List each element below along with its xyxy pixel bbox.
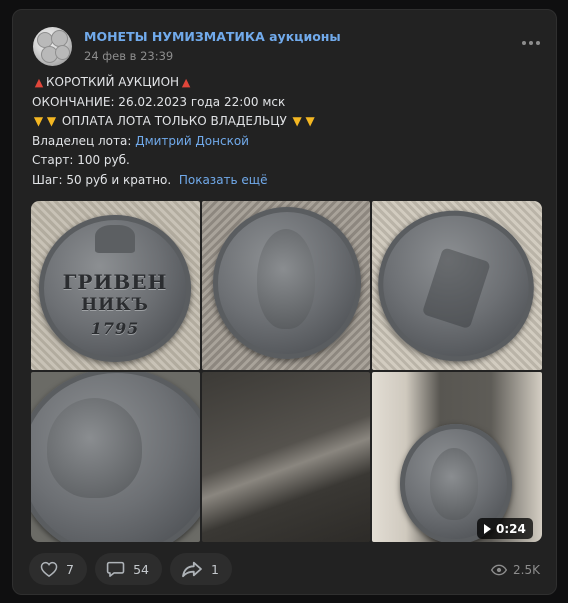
- text-line-1: ▲ КОРОТКИЙ АУКЦИОН ▲: [32, 73, 317, 93]
- show-more-link[interactable]: Показать ещё: [179, 173, 268, 187]
- text-line-step: Шаг: 50 руб и кратно. Показать ещё: [32, 171, 317, 191]
- photo-coin-closeup[interactable]: [31, 372, 200, 542]
- thumbs-down-icon: ▼: [292, 114, 302, 128]
- text-line-2: ОКОНЧАНИЕ: 26.02.2023 года 22:00 мск: [32, 94, 286, 109]
- coin-inscription: НИКЪ: [81, 295, 149, 315]
- inscription-shape: [421, 247, 491, 330]
- text-line-start: Старт: 100 руб.: [32, 153, 130, 167]
- post-text: ▲ КОРОТКИЙ АУКЦИОН ▲ ОКОНЧАНИЕ: 26.02.2023…: [32, 73, 317, 190]
- author-name[interactable]: МОНЕТЫ НУМИЗМАТИКА аукционы: [84, 29, 341, 44]
- photo-coin-edge[interactable]: [202, 372, 370, 542]
- owner-link[interactable]: Дмитрий Донской: [135, 134, 249, 148]
- video-coin[interactable]: [372, 372, 542, 542]
- comment-button[interactable]: 54: [95, 553, 162, 585]
- post-actions: 7 54 1: [29, 553, 232, 585]
- coin-image: [213, 207, 361, 359]
- portrait-shape: [47, 398, 142, 498]
- pushpin-icon: ▲: [181, 76, 191, 89]
- avatar[interactable]: [33, 27, 72, 66]
- portrait-shape: [257, 229, 315, 329]
- owner-label: Владелец лота:: [32, 133, 136, 148]
- payment-note: ОПЛАТА ЛОТА ТОЛЬКО ВЛАДЕЛЬЦУ: [61, 114, 287, 128]
- share-count: 1: [211, 561, 219, 577]
- comment-icon: [106, 561, 125, 577]
- coin-image: [372, 201, 542, 370]
- photo-coin-obverse[interactable]: [202, 201, 370, 370]
- auction-title: КОРОТКИЙ АУКЦИОН: [46, 75, 180, 89]
- share-icon: [182, 561, 202, 578]
- video-duration: 0:24: [496, 521, 526, 536]
- coin-year: 1795: [90, 319, 140, 338]
- portrait-shape: [430, 448, 478, 520]
- more-icon[interactable]: [522, 41, 540, 45]
- text-line-3: ▼ ▼ ОПЛАТА ЛОТА ТОЛЬКО ВЛАДЕЛЬЦУ ▼ ▼: [32, 112, 317, 132]
- coin-image: [31, 372, 200, 542]
- play-icon: [484, 523, 491, 534]
- heart-icon: [40, 561, 58, 578]
- views-counter: 2.5K: [491, 563, 540, 577]
- share-button[interactable]: 1: [170, 553, 232, 585]
- coin-inscription: ГРИВЕН: [62, 270, 168, 294]
- avatar-coin: [55, 45, 70, 60]
- crown-shape: [95, 225, 135, 253]
- thumbs-down-icon: ▼: [305, 114, 315, 128]
- pushpin-icon: ▲: [34, 76, 44, 89]
- photo-coin-reverse[interactable]: ГРИВЕН НИКЪ 1795: [31, 201, 200, 370]
- text-line-owner: Владелец лота: Дмитрий Донской: [32, 132, 317, 152]
- eye-icon: [491, 564, 508, 576]
- view-count: 2.5K: [513, 563, 540, 577]
- comment-count: 54: [133, 561, 149, 577]
- step-text: Шаг: 50 руб и кратно.: [32, 172, 172, 187]
- photo-grid: ГРИВЕН НИКЪ 1795 0:24: [31, 201, 542, 542]
- video-duration-badge[interactable]: 0:24: [477, 518, 533, 539]
- like-button[interactable]: 7: [29, 553, 87, 585]
- like-count: 7: [66, 561, 74, 577]
- photo-coin-reverse-rotated[interactable]: [372, 201, 542, 370]
- coin-image: ГРИВЕН НИКЪ 1795: [39, 215, 191, 362]
- thumbs-down-icon: ▼: [46, 114, 57, 128]
- post-card: МОНЕТЫ НУМИЗМАТИКА аукционы 24 фев в 23:…: [12, 9, 557, 595]
- thumbs-down-icon: ▼: [33, 114, 44, 128]
- post-date[interactable]: 24 фев в 23:39: [84, 49, 173, 63]
